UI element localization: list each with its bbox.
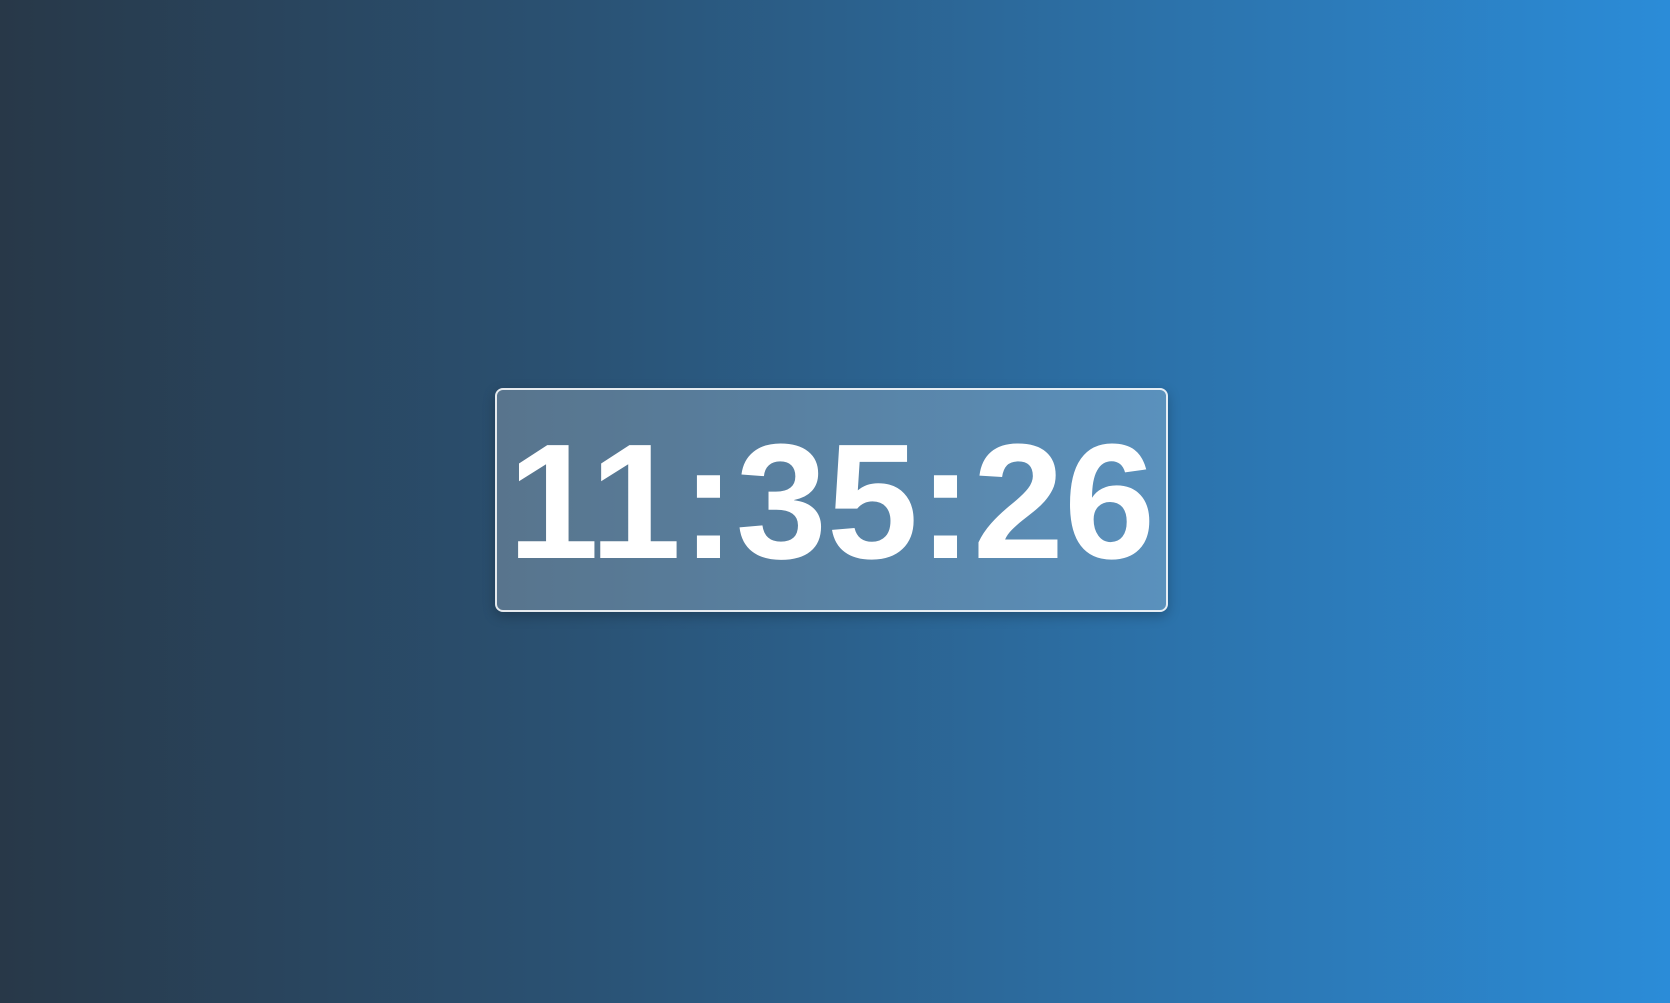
clock-time: 11:35:26	[507, 410, 1156, 593]
clock-panel: 11:35:26	[495, 388, 1168, 612]
desktop-background: 11:35:26	[0, 0, 1670, 1003]
